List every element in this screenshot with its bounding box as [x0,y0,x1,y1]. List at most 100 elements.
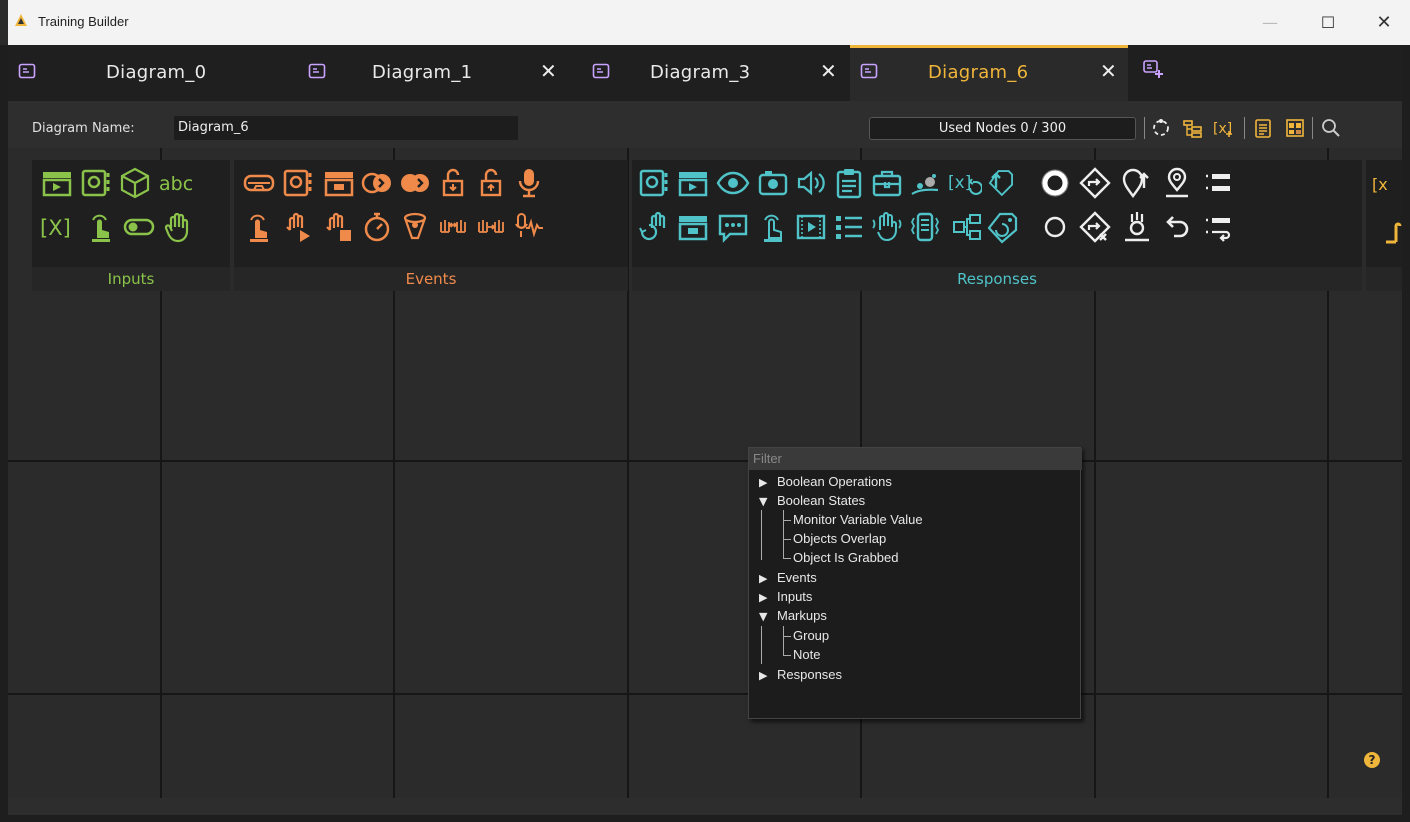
tree-item-boolean-operations[interactable]: Boolean Operations [777,474,892,489]
navigate-icon[interactable] [1078,166,1112,200]
teleport-icon[interactable] [1120,210,1154,244]
tree-item-monitor-variable-value[interactable]: Monitor Variable Value [793,512,923,527]
navigate-cancel-icon[interactable] [1078,210,1112,244]
location-pin-icon[interactable] [1160,166,1194,200]
vibrate-device-icon[interactable] [908,210,942,244]
slide-show-icon[interactable] [676,210,710,244]
diagram-canvas[interactable]: abc [X] Inputs Events [x] Responses [x F… [8,148,1402,798]
tree-guide-line [761,510,762,560]
microphone-icon[interactable] [512,166,546,200]
particles-icon[interactable] [908,166,942,200]
tag-up-icon[interactable] [984,166,1018,200]
visibility-icon[interactable] [716,166,750,200]
lock-up-icon[interactable] [474,166,508,200]
tree-item-inputs[interactable]: Inputs [777,589,812,604]
touch-input-icon[interactable] [84,210,118,244]
minimize-button[interactable]: — [1242,0,1298,45]
expanded-arrow-icon[interactable]: ▼ [759,495,767,508]
sound-icon[interactable] [794,166,828,200]
variable-set-icon[interactable]: [x] [948,166,983,200]
hands-transfer-icon[interactable] [474,210,508,244]
tree-branch-line [783,626,784,655]
voice-wave-icon[interactable] [512,210,546,244]
close-window-button[interactable]: ✕ [1356,0,1410,45]
touch-response-icon[interactable] [756,210,790,244]
location-up-icon[interactable] [1120,166,1154,200]
filter-input[interactable]: Filter [749,448,1082,470]
svg-text:[X]: [X] [40,216,71,240]
clipboard-response-icon[interactable] [832,166,866,200]
trigger-zone-icon[interactable] [398,210,432,244]
tree-branch-line [783,636,791,637]
help-icon[interactable]: ? [1364,752,1380,768]
tree-item-objects-overlap[interactable]: Objects Overlap [793,531,886,546]
hierarchy-node-icon[interactable] [950,210,984,244]
hand-reset-icon[interactable] [638,210,672,244]
tab-close-icon[interactable]: ✕ [540,59,557,83]
collapsed-arrow-icon[interactable]: ▶ [759,669,767,682]
tab-label: Diagram_1 [372,62,473,83]
new-tab-icon[interactable] [1142,58,1164,80]
tree-item-boolean-states[interactable]: Boolean States [777,493,865,508]
hands-swap-icon[interactable] [436,210,470,244]
unlock-icon[interactable] [436,166,470,200]
tab-close-icon[interactable]: ✕ [820,59,837,83]
screen-response-icon[interactable] [638,166,672,200]
layout-icon[interactable] [1150,117,1172,139]
screen-capture-icon[interactable] [80,166,114,200]
list-align-icon[interactable] [1200,166,1234,200]
video-icon[interactable] [794,210,828,244]
diagram-name-input[interactable]: Diagram_6 [174,116,518,140]
vr-headset-icon[interactable] [242,166,276,200]
tree-item-markups[interactable]: Markups [777,608,827,623]
tag-refresh-icon[interactable] [986,210,1020,244]
tree-item-note[interactable]: Note [793,647,820,662]
variable-icon[interactable]: [X] [40,210,80,244]
variable-overflow-icon[interactable]: [x [1372,170,1402,200]
timer-icon[interactable] [360,210,394,244]
collapsed-arrow-icon[interactable]: ▶ [759,476,767,489]
text-input-icon[interactable]: abc [158,166,202,200]
look-at-icon[interactable] [360,166,394,200]
search-icon[interactable] [1320,117,1342,139]
slideshow-input-icon[interactable] [40,166,74,200]
expanded-arrow-icon[interactable]: ▼ [759,610,767,623]
list-reset-icon[interactable] [1200,210,1234,244]
highlight-ring-icon[interactable] [1038,166,1072,200]
haptic-hand-icon[interactable] [870,210,904,244]
3d-object-icon[interactable] [118,166,152,200]
hand-grab-icon[interactable] [162,210,196,244]
hierarchy-icon[interactable] [1182,117,1204,139]
touch-event-icon[interactable] [242,210,276,244]
hand-stop-icon[interactable] [322,210,356,244]
tab-diagram-0[interactable]: Diagram_0 [8,45,288,101]
clipboard-icon[interactable] [1252,117,1274,139]
tab-diagram-1[interactable]: Diagram_1 ✕ [298,45,578,101]
tab-diagram-3[interactable]: Diagram_3 ✕ [582,45,844,101]
tree-item-responses[interactable]: Responses [777,667,842,682]
list-icon[interactable] [832,210,866,244]
slide-event-icon[interactable] [322,166,356,200]
slideshow-play-icon[interactable] [676,166,710,200]
tree-item-object-is-grabbed[interactable]: Object Is Grabbed [793,550,899,565]
tree-item-group[interactable]: Group [793,628,829,643]
circle-outline-icon[interactable] [1038,210,1072,244]
collapsed-arrow-icon[interactable]: ▶ [759,591,767,604]
touch-overflow-icon[interactable] [1380,216,1402,246]
grid-view-icon[interactable] [1284,117,1306,139]
tree-item-events[interactable]: Events [777,570,817,585]
toolbox-icon[interactable] [870,166,904,200]
look-away-icon[interactable] [398,166,432,200]
variable-add-icon[interactable]: [x] [1212,117,1234,139]
collapsed-arrow-icon[interactable]: ▶ [759,572,767,585]
toggle-icon[interactable] [122,210,156,244]
camera-icon[interactable] [756,166,790,200]
tab-diagram-6[interactable]: Diagram_6 ✕ [850,45,1128,101]
maximize-button[interactable]: ☐ [1300,0,1356,45]
hand-play-icon[interactable] [282,210,316,244]
undo-icon[interactable] [1160,210,1194,244]
tab-close-icon[interactable]: ✕ [1100,59,1117,83]
tree-branch-line [783,655,791,656]
screen-capture-event-icon[interactable] [282,166,316,200]
message-icon[interactable] [716,210,750,244]
